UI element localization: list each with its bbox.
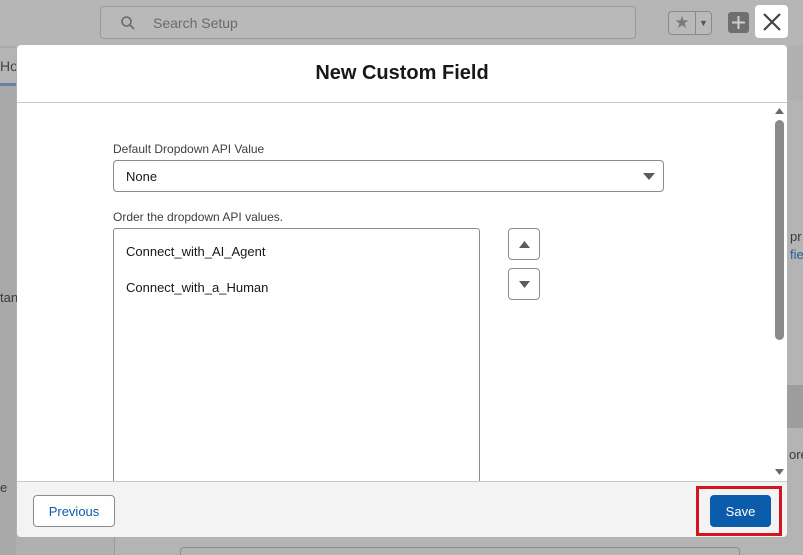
background-text-fragment: ore <box>789 447 803 462</box>
scroll-up-icon[interactable] <box>775 108 784 114</box>
list-item[interactable]: Connect_with_AI_Agent <box>126 244 265 259</box>
modal-title: New Custom Field <box>315 62 489 84</box>
order-values-listbox[interactable]: Connect_with_AI_Agent Connect_with_a_Hum… <box>113 228 480 481</box>
background-home-tab[interactable]: Ho <box>0 48 16 86</box>
star-icon: ★ <box>674 13 690 32</box>
background-right-box <box>787 385 803 428</box>
triangle-up-icon <box>518 240 530 248</box>
chevron-down-icon <box>643 173 655 180</box>
search-placeholder: Search Setup <box>153 15 238 31</box>
close-icon <box>762 12 781 31</box>
chevron-down-icon[interactable]: ▼ <box>695 12 711 34</box>
background-bottom-field <box>180 547 740 555</box>
scroll-down-icon[interactable] <box>775 469 784 475</box>
save-button[interactable]: Save <box>710 495 771 527</box>
modal-body: Default Dropdown API Value None Order th… <box>17 104 787 481</box>
default-value-label: Default Dropdown API Value <box>113 142 265 156</box>
background-home-tab-label: Ho <box>0 58 16 74</box>
background-right-panel <box>787 100 803 555</box>
background-text-fragment: pr <box>790 229 802 244</box>
move-up-button[interactable] <box>508 228 540 260</box>
global-add-button[interactable] <box>728 12 749 33</box>
modal-footer: Previous Save <box>17 481 787 537</box>
triangle-down-icon <box>518 280 530 288</box>
previous-button[interactable]: Previous <box>33 495 115 527</box>
modal-header: New Custom Field <box>17 45 787 103</box>
background-text-fragment: e <box>0 480 8 495</box>
background-text-fragment: tan <box>0 290 19 305</box>
setup-search-box[interactable]: Search Setup <box>100 6 636 39</box>
modal-scrollbar[interactable] <box>772 104 787 481</box>
scrollbar-thumb[interactable] <box>775 120 784 340</box>
close-modal-button[interactable] <box>755 5 788 38</box>
plus-icon <box>732 16 745 29</box>
list-item[interactable]: Connect_with_a_Human <box>126 280 268 295</box>
move-down-button[interactable] <box>508 268 540 300</box>
background-link-fragment: fie <box>790 247 803 262</box>
search-icon <box>121 16 135 30</box>
favorites-button[interactable]: ★ ▼ <box>668 11 712 35</box>
default-value-select[interactable]: None <box>113 160 664 192</box>
default-value-selected: None <box>126 169 158 184</box>
new-custom-field-modal: New Custom Field Default Dropdown API Va… <box>17 45 787 537</box>
order-values-label: Order the dropdown API values. <box>113 210 284 224</box>
